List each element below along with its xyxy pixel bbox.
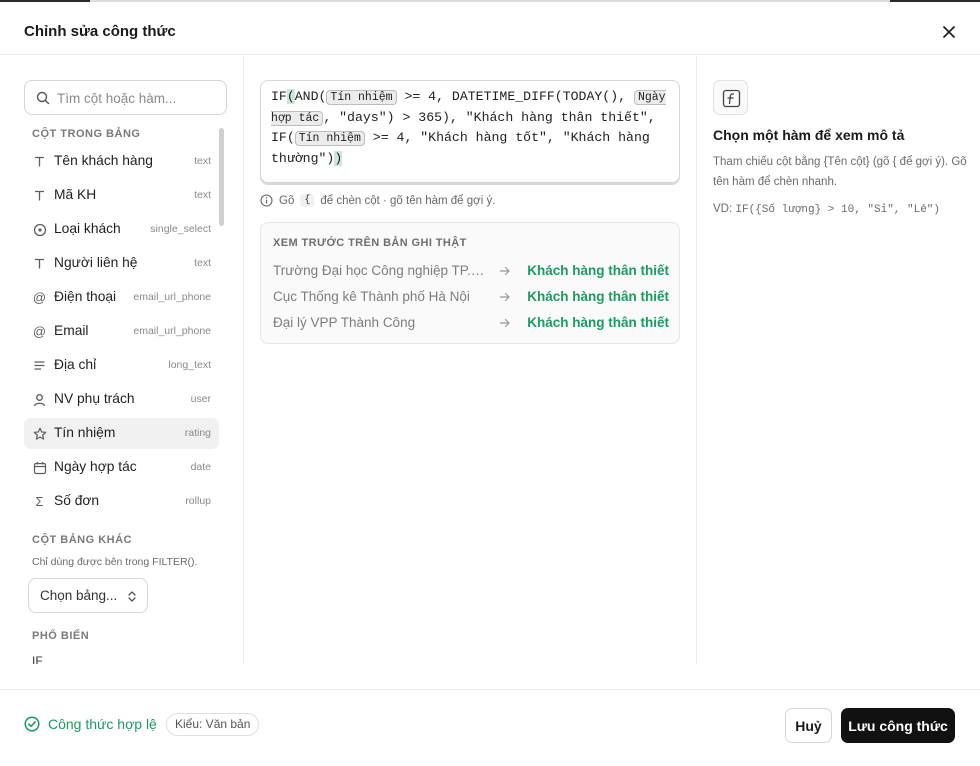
sigma-icon: Σ bbox=[35, 494, 44, 509]
column-item[interactable]: Địa chỉ long_text bbox=[24, 350, 219, 381]
brace-key: { bbox=[300, 194, 315, 207]
column-name: Điện thoại bbox=[54, 289, 117, 304]
search-icon bbox=[36, 91, 50, 105]
column-item[interactable]: @ Email email_url_phone bbox=[24, 316, 219, 347]
search-input[interactable] bbox=[57, 88, 217, 108]
column-type: email_url_phone bbox=[133, 291, 211, 303]
help-title: Chọn một hàm để xem mô tả bbox=[713, 127, 905, 143]
other-tables-note: Chỉ dùng được bên trong FILTER(). bbox=[32, 556, 198, 568]
arrow-right-icon bbox=[499, 318, 510, 328]
column-name: NV phụ trách bbox=[54, 391, 135, 406]
column-name: Tín nhiệm bbox=[54, 425, 116, 440]
column-item[interactable]: Tín nhiệm rating bbox=[24, 418, 219, 449]
help-description: Tham chiếu cột bằng {Tên cột} (gõ { để g… bbox=[713, 156, 967, 188]
arrow-right-icon bbox=[499, 292, 510, 302]
text-icon bbox=[32, 256, 47, 271]
type-badge: Kiểu: Văn bản bbox=[166, 713, 260, 736]
column-name: Mã KH bbox=[54, 187, 97, 202]
arrow-right-icon bbox=[499, 266, 510, 276]
preview-result: Khách hàng thân thiết bbox=[527, 263, 669, 278]
calendar-icon bbox=[32, 460, 47, 475]
formula-code[interactable]: IF(AND(Tín nhiệm >= 4, DATETIME_DIFF(TOD… bbox=[271, 87, 671, 168]
text-icon bbox=[32, 188, 47, 203]
popular-heading: PHỔ BIẾN bbox=[32, 630, 90, 642]
preview-heading: XEM TRƯỚC TRÊN BẢN GHI THẬT bbox=[273, 237, 467, 249]
column-type: text bbox=[194, 189, 211, 201]
table-select-value: Chọn bảng... bbox=[40, 588, 118, 603]
dialog-footer: Công thức hợp lệ Kiểu: Văn bản Huỷ Lưu c… bbox=[0, 689, 980, 766]
column-item[interactable]: Tên khách hàng text bbox=[24, 146, 219, 177]
check-circle-icon bbox=[24, 716, 40, 732]
table-columns-heading: CỘT TRONG BẢNG bbox=[32, 128, 141, 140]
formula-editor[interactable]: IF(AND(Tín nhiệm >= 4, DATETIME_DIFF(TOD… bbox=[260, 80, 680, 183]
column-type: user bbox=[190, 393, 211, 405]
star-icon bbox=[32, 426, 47, 441]
preview-result: Khách hàng thân thiết bbox=[527, 289, 669, 304]
user-icon bbox=[32, 392, 47, 407]
column-name: Người liên hệ bbox=[54, 255, 138, 270]
popular-function-item[interactable]: IF bbox=[32, 654, 43, 664]
preview-row: Cục Thống kê Thành phố Hà Nội Khách hàng… bbox=[273, 287, 669, 307]
preview-source: Cục Thống kê Thành phố Hà Nội bbox=[273, 289, 470, 304]
function-help-panel: Chọn một hàm để xem mô tả Tham chiếu cột… bbox=[697, 56, 980, 664]
save-button[interactable]: Lưu công thức bbox=[841, 708, 955, 743]
column-name: Email bbox=[54, 323, 89, 338]
validation-text: Công thức hợp lệ bbox=[48, 716, 157, 732]
column-type: long_text bbox=[168, 359, 211, 371]
function-icon-box bbox=[713, 80, 748, 115]
chevron-up-down-icon bbox=[128, 591, 136, 602]
other-tables-heading: CỘT BẢNG KHÁC bbox=[32, 534, 132, 546]
column-type: single_select bbox=[150, 223, 211, 235]
preview-box: XEM TRƯỚC TRÊN BẢN GHI THẬT Trường Đại h… bbox=[260, 222, 680, 344]
column-item[interactable]: NV phụ trách user bbox=[24, 384, 219, 415]
column-chip[interactable]: Tín nhiệm bbox=[326, 90, 397, 105]
column-item[interactable]: @ Điện thoại email_url_phone bbox=[24, 282, 219, 313]
function-icon bbox=[722, 89, 741, 108]
dialog-title: Chỉnh sửa công thức bbox=[24, 23, 176, 40]
help-example: VD: IF({Số lượng} > 10, "Sỉ", "Lẻ") bbox=[713, 203, 941, 216]
editor-hint: Gõ { để chèn cột · gõ tên hàm để gợi ý. bbox=[260, 194, 495, 207]
column-name: Loại khách bbox=[54, 221, 121, 236]
column-type: email_url_phone bbox=[133, 325, 211, 337]
formula-panel: IF(AND(Tín nhiệm >= 4, DATETIME_DIFF(TOD… bbox=[244, 56, 697, 664]
column-name: Ngày hợp tác bbox=[54, 459, 137, 474]
column-chip[interactable]: Tín nhiệm bbox=[294, 131, 365, 147]
single-select-icon bbox=[32, 222, 47, 237]
preview-source: Trường Đại học Công nghiệp TP.HCM bbox=[273, 263, 485, 278]
preview-row: Trường Đại học Công nghiệp TP.HCM Khách … bbox=[273, 261, 669, 281]
column-item[interactable]: Loại khách single_select bbox=[24, 214, 219, 245]
at-icon: @ bbox=[32, 290, 47, 305]
columns-panel: CỘT TRONG BẢNG Tên khách hàng text Mã KH… bbox=[0, 56, 244, 664]
column-item[interactable]: Σ Số đơn rollup bbox=[24, 486, 219, 517]
column-item[interactable]: Mã KH text bbox=[24, 180, 219, 211]
cancel-button[interactable]: Huỷ bbox=[785, 708, 832, 743]
text-icon bbox=[32, 154, 47, 169]
preview-result: Khách hàng thân thiết bbox=[527, 315, 669, 330]
scrollbar[interactable] bbox=[219, 128, 224, 226]
column-name: Tên khách hàng bbox=[54, 153, 153, 168]
column-type: rating bbox=[184, 427, 211, 439]
table-select[interactable]: Chọn bảng... bbox=[28, 578, 148, 613]
validation-status: Công thức hợp lệ bbox=[24, 716, 157, 732]
column-type: rollup bbox=[185, 495, 211, 507]
column-name: Địa chỉ bbox=[54, 357, 97, 372]
column-type: date bbox=[190, 461, 211, 473]
close-icon[interactable] bbox=[940, 23, 958, 41]
column-item[interactable]: Người liên hệ text bbox=[24, 248, 219, 279]
column-item[interactable]: Ngày hợp tác date bbox=[24, 452, 219, 483]
column-name: Số đơn bbox=[54, 493, 100, 508]
dialog-header: Chỉnh sửa công thức bbox=[0, 2, 980, 55]
at-icon: @ bbox=[32, 324, 47, 339]
long-text-icon bbox=[32, 358, 47, 373]
column-type: text bbox=[194, 155, 211, 167]
column-type: text bbox=[194, 257, 211, 269]
info-icon bbox=[260, 194, 273, 207]
preview-source: Đại lý VPP Thành Công bbox=[273, 315, 416, 330]
preview-row: Đại lý VPP Thành Công Khách hàng thân th… bbox=[273, 313, 669, 333]
search-box[interactable] bbox=[24, 80, 227, 115]
